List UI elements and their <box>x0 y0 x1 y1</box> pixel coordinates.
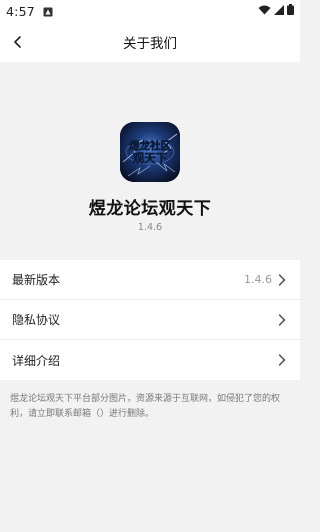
list-item-privacy-policy[interactable]: 隐私协议 <box>0 300 300 340</box>
chevron-right-icon <box>276 313 288 326</box>
signal-icon <box>274 4 284 18</box>
logo-text-line2: 观天下 <box>133 151 168 165</box>
list-item-label: 最新版本 <box>12 273 61 287</box>
list-item-latest-version[interactable]: 最新版本 1.4.6 <box>0 260 300 300</box>
app-logo: 煜龙社区 观天下 <box>120 122 180 182</box>
app-bar: 关于我们 <box>0 22 300 62</box>
disclaimer-text: 煜龙论坛观天下平台部分图片，资源来源于互联网，如侵犯了您的权利，请立即联系邮箱（… <box>10 394 281 419</box>
app-name: 煜龙论坛观天下 <box>88 199 212 219</box>
status-bar: 4:57 <box>0 0 300 22</box>
status-time: 4:57 <box>6 3 35 19</box>
status-icons <box>258 4 294 18</box>
battery-icon <box>287 4 294 18</box>
back-arrow-icon <box>12 33 24 52</box>
wifi-icon <box>258 4 271 18</box>
settings-list: 最新版本 1.4.6 隐私协议 详细介绍 <box>0 260 300 380</box>
app-version: 1.4.6 <box>137 222 163 233</box>
back-button[interactable] <box>8 32 28 52</box>
list-item-label: 隐私协议 <box>12 313 61 327</box>
chevron-right-icon <box>276 354 288 366</box>
list-item-label: 详细介绍 <box>12 353 61 368</box>
page-title: 关于我们 <box>123 36 177 52</box>
notification-icon <box>43 6 53 17</box>
about-screen: 4:57 关于我们 煜龙社区 观天下 煜龙论坛观天下 1.4.6 最新版本 1.… <box>0 0 300 532</box>
list-item-details[interactable]: 详细介绍 <box>0 340 300 380</box>
list-item-value: 1.4.6 <box>244 273 272 286</box>
app-info: 煜龙社区 观天下 煜龙论坛观天下 1.4.6 <box>0 62 300 260</box>
chevron-right-icon <box>276 273 288 286</box>
